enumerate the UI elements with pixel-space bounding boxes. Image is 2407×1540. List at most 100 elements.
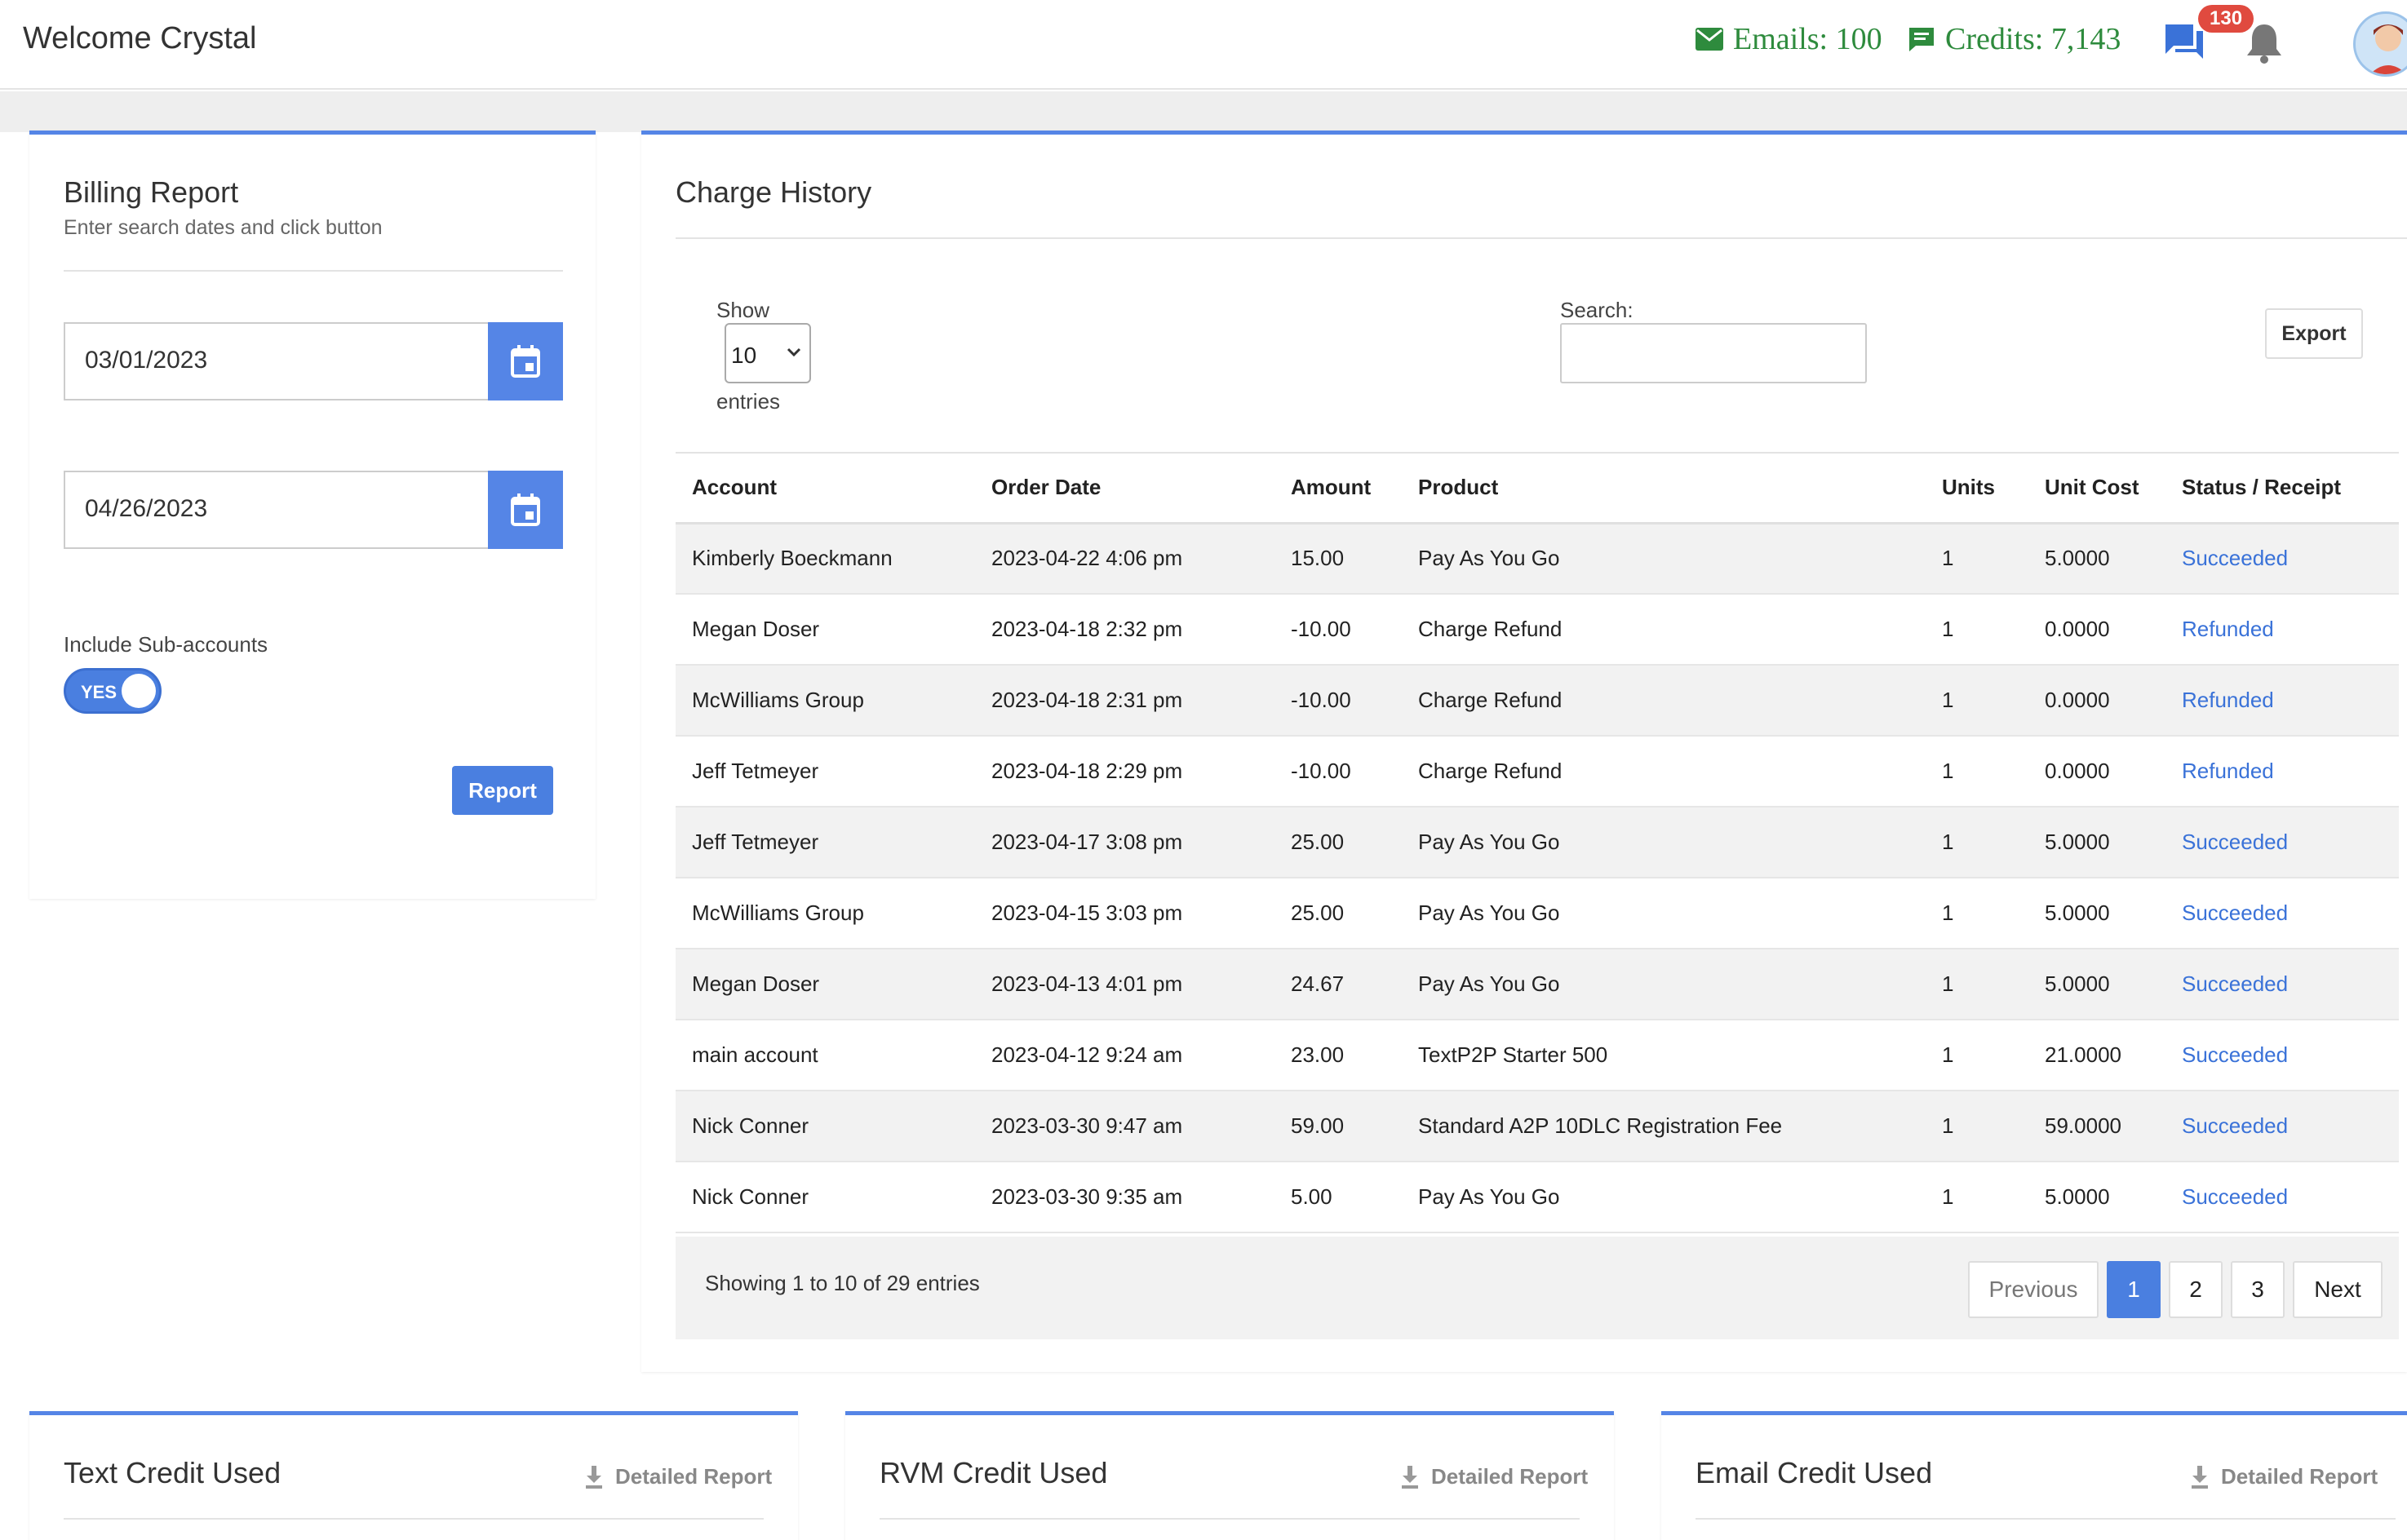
end-date-input[interactable]: 04/26/2023 xyxy=(64,471,490,549)
cell-order-date: 2023-04-13 4:01 pm xyxy=(975,949,1274,1020)
rvm-credit-title: RVM Credit Used xyxy=(880,1456,1108,1489)
cell-account: Kimberly Boeckmann xyxy=(676,523,975,595)
cell-product: Pay As You Go xyxy=(1402,807,1926,878)
credits-stat[interactable]: Credits: 7,143 xyxy=(1908,21,2121,57)
entries-label: entries xyxy=(716,389,781,414)
column-header-units[interactable]: Units xyxy=(1926,452,2028,524)
top-bar: Welcome Crystal Emails: 100 Credits: 7,1… xyxy=(0,0,2407,90)
cell-unit-cost: 5.0000 xyxy=(2028,878,2165,949)
table-row: Jeff Tetmeyer 2023-04-17 3:08 pm 25.00 P… xyxy=(676,807,2399,878)
status-receipt-link[interactable]: Refunded xyxy=(2182,617,2274,641)
cell-units: 1 xyxy=(1926,736,2028,808)
toggle-text: YES xyxy=(81,682,117,702)
pagination-page-1[interactable]: 1 xyxy=(2107,1261,2161,1318)
column-header-account[interactable]: Account xyxy=(676,452,975,524)
cell-order-date: 2023-03-30 9:35 am xyxy=(975,1162,1274,1233)
cell-order-date: 2023-04-12 9:24 am xyxy=(975,1020,1274,1091)
cell-units: 1 xyxy=(1926,1162,2028,1233)
table-header-row: Account Order Date Amount Product Units … xyxy=(676,452,2399,524)
cell-order-date: 2023-04-15 3:03 pm xyxy=(975,878,1274,949)
table-footer: Showing 1 to 10 of 29 entries Previous 1… xyxy=(676,1237,2399,1339)
message-icon xyxy=(1909,28,1934,51)
cell-product: Charge Refund xyxy=(1402,736,1926,808)
table-row: McWilliams Group 2023-04-18 2:31 pm -10.… xyxy=(676,665,2399,737)
text-credit-detailed-report-link[interactable]: Detailed Report xyxy=(584,1464,772,1489)
billing-divider xyxy=(64,270,563,272)
user-avatar-icon xyxy=(2369,24,2407,74)
credits-text: Credits: 7,143 xyxy=(1945,22,2121,56)
cell-product: Pay As You Go xyxy=(1402,949,1926,1020)
column-header-status[interactable]: Status / Receipt xyxy=(2165,452,2399,524)
detailed-report-label: Detailed Report xyxy=(615,1464,773,1489)
entries-select[interactable]: 10 xyxy=(725,323,811,383)
status-receipt-link[interactable]: Succeeded xyxy=(2182,971,2288,996)
sub-accounts-toggle[interactable]: YES xyxy=(64,668,162,714)
billing-report-card: Billing Report Enter search dates and cl… xyxy=(29,131,596,899)
status-receipt-link[interactable]: Succeeded xyxy=(2182,1113,2288,1138)
start-date-calendar-button[interactable] xyxy=(488,322,563,400)
chevron-down-icon xyxy=(787,347,801,357)
status-receipt-link[interactable]: Succeeded xyxy=(2182,1042,2288,1067)
cell-amount: -10.00 xyxy=(1274,594,1402,666)
calendar-icon xyxy=(511,493,540,526)
report-button[interactable]: Report xyxy=(452,766,553,815)
status-receipt-link[interactable]: Succeeded xyxy=(2182,546,2288,570)
cell-order-date: 2023-04-18 2:31 pm xyxy=(975,665,1274,737)
status-receipt-link[interactable]: Succeeded xyxy=(2182,1184,2288,1209)
cell-account: Nick Conner xyxy=(676,1091,975,1162)
cell-product: TextP2P Starter 500 xyxy=(1402,1020,1926,1091)
avatar[interactable] xyxy=(2353,11,2407,77)
table-row: Nick Conner 2023-03-30 9:47 am 59.00 Sta… xyxy=(676,1091,2399,1162)
text-credit-card: Text Credit Used Detailed Report xyxy=(29,1411,798,1540)
status-receipt-link[interactable]: Refunded xyxy=(2182,759,2274,783)
column-header-order-date[interactable]: Order Date xyxy=(975,452,1274,524)
pagination-page-2[interactable]: 2 xyxy=(2169,1261,2223,1318)
status-receipt-link[interactable]: Succeeded xyxy=(2182,830,2288,854)
cell-amount: -10.00 xyxy=(1274,665,1402,737)
rvm-credit-divider xyxy=(880,1518,1580,1520)
cell-units: 1 xyxy=(1926,665,2028,737)
status-receipt-link[interactable]: Succeeded xyxy=(2182,901,2288,925)
table-row: Megan Doser 2023-04-13 4:01 pm 24.67 Pay… xyxy=(676,949,2399,1020)
charge-history-title: Charge History xyxy=(676,175,872,209)
cell-units: 1 xyxy=(1926,523,2028,595)
table-row: Kimberly Boeckmann 2023-04-22 4:06 pm 15… xyxy=(676,523,2399,595)
pagination-next[interactable]: Next xyxy=(2293,1261,2383,1318)
table-row: main account 2023-04-12 9:24 am 23.00 Te… xyxy=(676,1020,2399,1091)
cell-unit-cost: 0.0000 xyxy=(2028,594,2165,666)
detailed-report-label: Detailed Report xyxy=(2221,1464,2378,1489)
sub-accounts-label: Include Sub-accounts xyxy=(64,632,268,657)
toggle-knob xyxy=(122,674,156,708)
search-input[interactable] xyxy=(1560,323,1867,383)
cell-amount: 25.00 xyxy=(1274,807,1402,878)
download-icon xyxy=(586,1465,602,1489)
pagination-previous[interactable]: Previous xyxy=(1968,1261,2099,1318)
email-credit-title: Email Credit Used xyxy=(1696,1456,1933,1489)
column-header-amount[interactable]: Amount xyxy=(1274,452,1402,524)
cell-account: Megan Doser xyxy=(676,949,975,1020)
cell-order-date: 2023-04-17 3:08 pm xyxy=(975,807,1274,878)
bell-icon[interactable] xyxy=(2245,21,2283,64)
status-receipt-link[interactable]: Refunded xyxy=(2182,688,2274,712)
rvm-credit-detailed-report-link[interactable]: Detailed Report xyxy=(1400,1464,1588,1489)
chat-icon[interactable] xyxy=(2162,21,2206,64)
table-row: Jeff Tetmeyer 2023-04-18 2:29 pm -10.00 … xyxy=(676,736,2399,808)
export-button[interactable]: Export xyxy=(2265,308,2363,359)
email-credit-card: Email Credit Used Detailed Report xyxy=(1661,1411,2407,1540)
start-date-input[interactable]: 03/01/2023 xyxy=(64,322,490,400)
end-date-calendar-button[interactable] xyxy=(488,471,563,549)
column-header-unit-cost[interactable]: Unit Cost xyxy=(2028,452,2165,524)
pagination-page-3[interactable]: 3 xyxy=(2231,1261,2285,1318)
cell-account: Nick Conner xyxy=(676,1162,975,1233)
cell-units: 1 xyxy=(1926,1091,2028,1162)
cell-product: Charge Refund xyxy=(1402,665,1926,737)
emails-stat[interactable]: Emails: 100 xyxy=(1696,21,1882,57)
cell-amount: -10.00 xyxy=(1274,736,1402,808)
cell-account: Megan Doser xyxy=(676,594,975,666)
cell-units: 1 xyxy=(1926,594,2028,666)
column-header-product[interactable]: Product xyxy=(1402,452,1926,524)
cell-unit-cost: 5.0000 xyxy=(2028,523,2165,595)
email-credit-detailed-report-link[interactable]: Detailed Report xyxy=(2190,1464,2378,1489)
header-band xyxy=(0,91,2407,132)
cell-product: Pay As You Go xyxy=(1402,1162,1926,1233)
